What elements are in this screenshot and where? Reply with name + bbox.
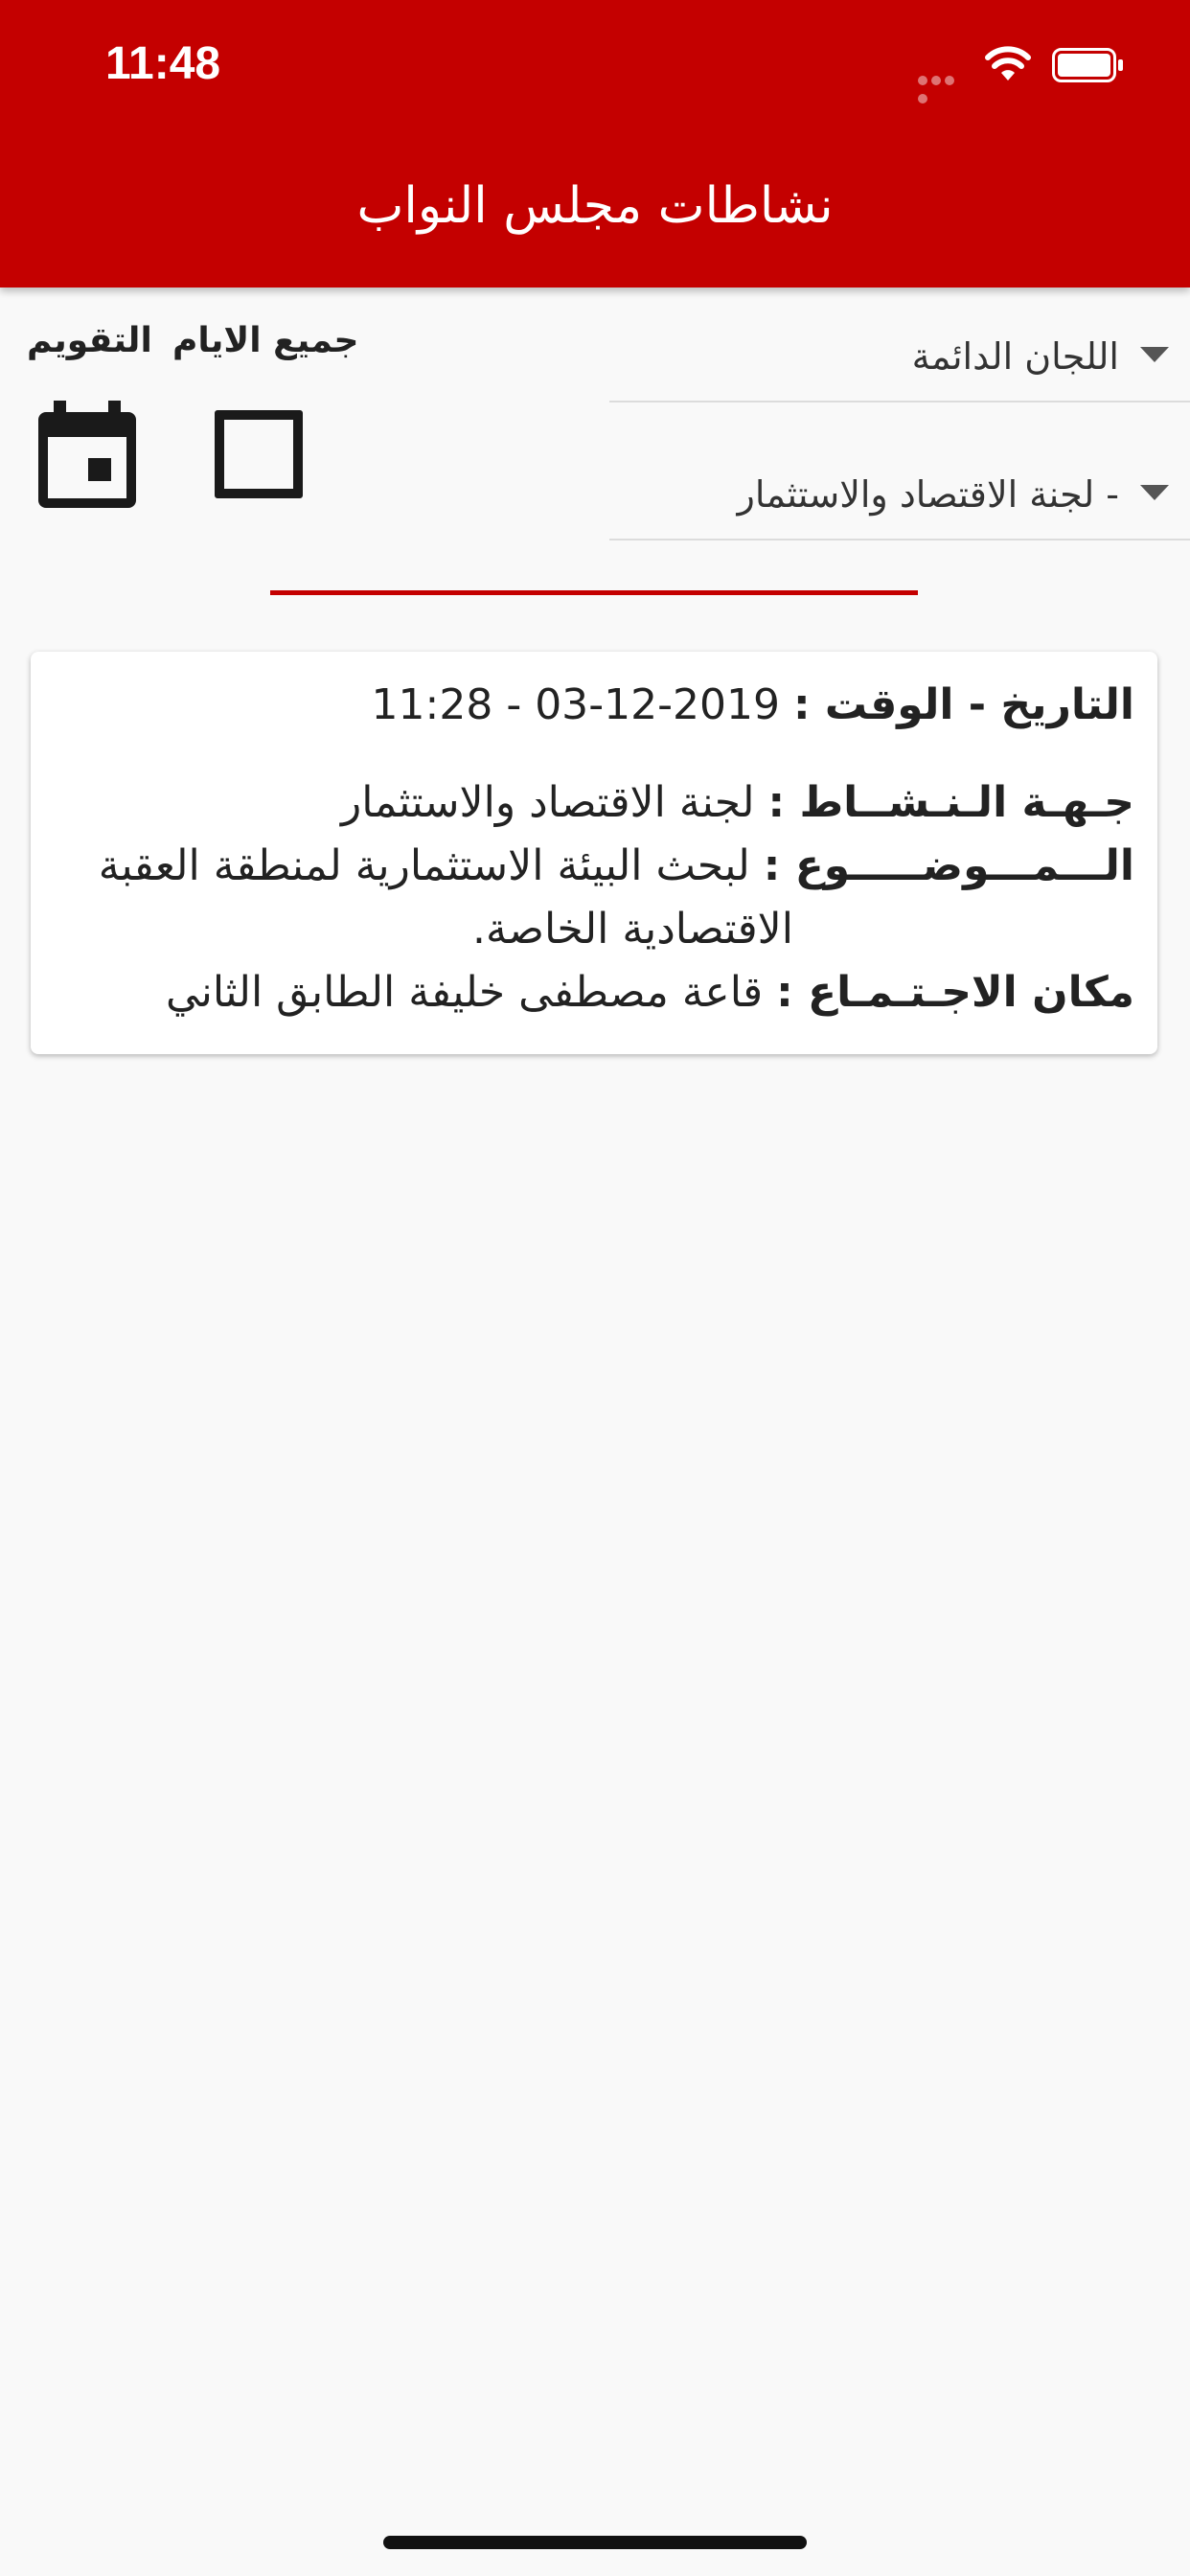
- entity-value: لجنة الاقتصاد والاستثمار: [341, 778, 755, 827]
- committee-type-dropdown[interactable]: اللجان الدائمة: [609, 305, 1190, 402]
- calendar-label: التقويم: [27, 321, 152, 360]
- dropdown-arrow-icon: [1140, 485, 1169, 500]
- divider: [270, 590, 918, 595]
- venue-label: مكان الاجـتـمـاع :: [776, 968, 1134, 1017]
- dropdown-arrow-icon: [1140, 347, 1169, 362]
- subject-value-continued: الاقتصادية الخاصة.: [472, 905, 793, 954]
- battery-icon: [1052, 48, 1123, 82]
- date-label: التاريخ - الوقت :: [792, 680, 1134, 729]
- page-title: نشاطات مجلس النواب: [356, 177, 834, 235]
- home-indicator[interactable]: [383, 2536, 807, 2549]
- signal-dots-icon: [918, 71, 970, 104]
- screen: 11:48 نشاطات مجلس النواب اللجان الدائمة …: [0, 0, 1190, 2576]
- app-header: 11:48 نشاطات مجلس النواب: [0, 0, 1190, 288]
- committee-value: - لجنة الاقتصاد والاستثمار: [737, 473, 1119, 516]
- activity-venue-row: مكان الاجـتـمـاع : قاعة مصطفى خليفة الطا…: [71, 960, 1134, 1025]
- date-value: 2019-12-03 - 11:28: [371, 680, 780, 729]
- status-time: 11:48: [105, 38, 221, 89]
- entity-label: جـهـة الـنـشــاط :: [767, 778, 1134, 827]
- committee-type-value: اللجان الدائمة: [911, 335, 1119, 378]
- activity-entity-row: جـهـة الـنـشــاط : لجنة الاقتصاد والاستث…: [71, 770, 1134, 836]
- calendar-icon[interactable]: [34, 399, 140, 510]
- committee-dropdown[interactable]: - لجنة الاقتصاد والاستثمار: [609, 443, 1190, 540]
- activity-date-row: التاريخ - الوقت : 2019-12-03 - 11:28: [71, 673, 1134, 738]
- activity-subject-row: الـــمـــوضـــــوع : لبحث البيئة الاستثم…: [71, 834, 1134, 899]
- wifi-icon: [985, 46, 1031, 80]
- subject-value: لبحث البيئة الاستثمارية لمنطقة العقبة: [98, 841, 750, 890]
- activity-card[interactable]: التاريخ - الوقت : 2019-12-03 - 11:28 جـه…: [31, 652, 1157, 1054]
- subject-label: الـــمـــوضـــــوع :: [763, 841, 1134, 890]
- all-days-label: جميع الايام: [172, 321, 359, 360]
- all-days-checkbox[interactable]: [215, 410, 303, 498]
- venue-value: قاعة مصطفى خليفة الطابق الثاني: [165, 968, 764, 1017]
